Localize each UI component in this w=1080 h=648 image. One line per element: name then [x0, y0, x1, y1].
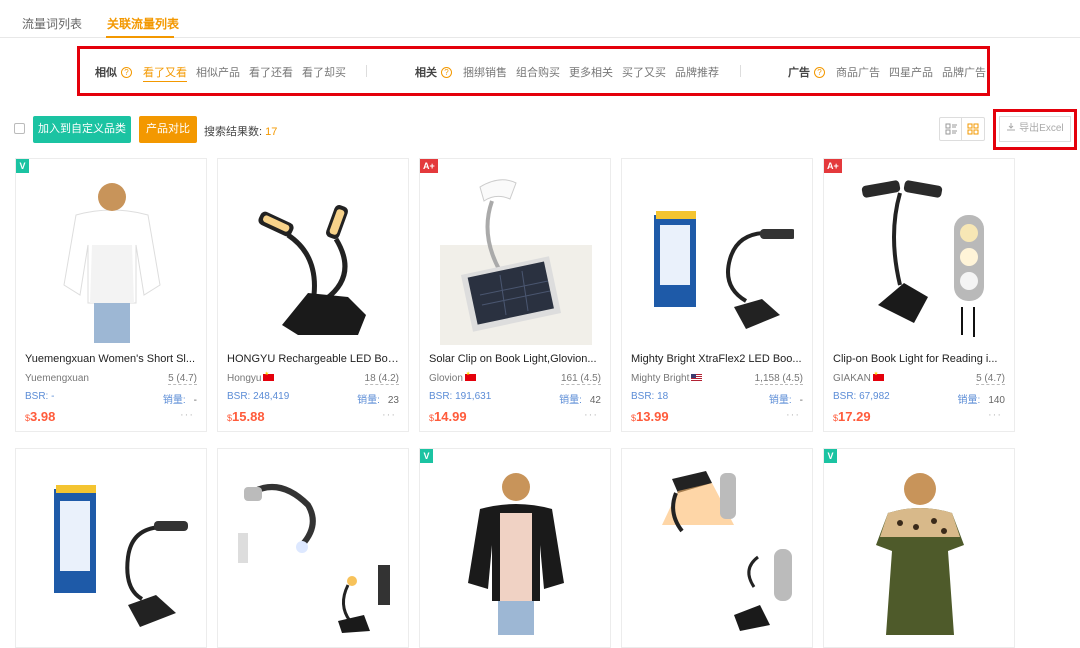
add-to-category-button[interactable]: 加入到自定义品类 [33, 116, 131, 143]
product-rating[interactable]: 18 (4.2) [364, 373, 399, 385]
product-card[interactable]: V Yuemengxuan Women's Short Sl... Yuemen… [15, 158, 207, 432]
product-image[interactable] [440, 175, 592, 345]
filter-bar: 相似? 看了又看 相似产品 看了还看 看了却买 相关? 捆绑销售 组合购买 更多… [77, 46, 990, 96]
product-image[interactable] [844, 465, 996, 635]
product-sales: 销量: - [768, 395, 803, 406]
tab-bar: 流量词列表 关联流量列表 [0, 0, 1080, 38]
product-title[interactable]: HONGYU Rechargeable LED Boo... [227, 353, 401, 365]
help-icon[interactable]: ? [121, 67, 132, 78]
help-icon[interactable]: ? [814, 67, 825, 78]
filter-option[interactable]: 捆绑销售 [463, 64, 507, 80]
list-view-icon[interactable] [940, 118, 962, 140]
badge-a-plus: A+ [824, 159, 842, 173]
product-image[interactable] [642, 175, 794, 345]
badge-a-plus: A+ [420, 159, 438, 173]
export-excel-button[interactable]: 导出Excel [999, 116, 1071, 142]
product-title[interactable]: Clip-on Book Light for Reading i... [833, 353, 1007, 365]
product-price: $3.98 [25, 409, 56, 424]
product-brand[interactable]: Yuemengxuan [25, 373, 89, 384]
product-image[interactable] [238, 465, 390, 635]
filter-option[interactable]: 看了又看 [143, 64, 187, 82]
product-rating[interactable]: 5 (4.7) [976, 373, 1005, 385]
product-card[interactable]: V [419, 448, 611, 648]
filter-group-ads: 广告? [788, 64, 825, 80]
badge-v: V [824, 449, 837, 463]
filter-option[interactable]: 买了又买 [622, 64, 666, 80]
filter-group-related: 相关? [415, 64, 452, 80]
grid-view-icon[interactable] [962, 118, 984, 140]
product-price: $14.99 [429, 409, 467, 424]
help-icon[interactable]: ? [441, 67, 452, 78]
product-card[interactable]: A+ Solar Clip on Book Light,Glovion... G… [419, 158, 611, 432]
more-options-icon[interactable]: ··· [180, 409, 194, 421]
product-sales: 销量: 42 [559, 395, 601, 406]
product-brand[interactable]: GIAKAN [833, 371, 884, 384]
view-toggle [939, 117, 985, 141]
product-image[interactable] [844, 175, 996, 345]
more-options-icon[interactable]: ··· [584, 409, 598, 421]
product-card[interactable]: Mighty Bright XtraFlex2 LED Boo... Might… [621, 158, 813, 432]
more-options-icon[interactable]: ··· [988, 409, 1002, 421]
badge-v: V [16, 159, 29, 173]
filter-option[interactable]: 组合购买 [516, 64, 560, 80]
filter-option[interactable]: 看了却买 [302, 64, 346, 80]
active-tab-indicator [106, 36, 174, 38]
product-card[interactable] [621, 448, 813, 648]
product-rating[interactable]: 5 (4.7) [168, 373, 197, 385]
product-image[interactable] [238, 175, 390, 345]
product-title[interactable]: Mighty Bright XtraFlex2 LED Boo... [631, 353, 805, 365]
product-price: $13.99 [631, 409, 669, 424]
product-sales: 销量: 23 [357, 395, 399, 406]
product-brand[interactable]: Hongyu [227, 371, 275, 384]
filter-option[interactable]: 看了还看 [249, 64, 293, 80]
export-highlight: 导出Excel [993, 109, 1077, 150]
download-icon [1007, 123, 1016, 131]
result-count: 搜索结果数: 17 [204, 126, 278, 138]
product-bsr: BSR: 67,982 [833, 391, 890, 402]
product-card[interactable] [15, 448, 207, 648]
product-card[interactable]: V [823, 448, 1015, 648]
product-price: $17.29 [833, 409, 871, 424]
product-rating[interactable]: 1,158 (4.5) [754, 373, 803, 385]
product-sales: 销量: 140 [957, 395, 1005, 406]
filter-option[interactable]: 更多相关 [569, 64, 613, 80]
product-image[interactable] [642, 465, 794, 635]
product-card[interactable] [217, 448, 409, 648]
filter-option[interactable]: 四星产品 [889, 64, 933, 80]
product-image[interactable] [36, 465, 188, 635]
usa-flag-icon [691, 374, 703, 381]
product-rating[interactable]: 161 (4.5) [560, 373, 601, 385]
product-bsr: BSR: 18 [631, 391, 669, 402]
product-image[interactable] [440, 465, 592, 635]
more-options-icon[interactable]: ··· [382, 409, 396, 421]
divider [366, 65, 367, 77]
select-all-checkbox[interactable] [14, 123, 25, 134]
product-title[interactable]: Solar Clip on Book Light,Glovion... [429, 353, 603, 365]
product-brand[interactable]: Mighty Bright [631, 373, 703, 384]
tab-traffic-keywords[interactable]: 流量词列表 [22, 15, 82, 32]
product-price: $15.88 [227, 409, 265, 424]
badge-v: V [420, 449, 433, 463]
product-bsr: BSR: - [25, 391, 55, 402]
product-bsr: BSR: 191,631 [429, 391, 492, 402]
product-card[interactable]: A+ Clip-on Book Light for Reading i... G… [823, 158, 1015, 432]
product-image[interactable] [36, 175, 188, 345]
tab-related-traffic[interactable]: 关联流量列表 [107, 15, 179, 32]
filter-option[interactable]: 品牌广告 [942, 64, 986, 80]
product-title[interactable]: Yuemengxuan Women's Short Sl... [25, 353, 199, 365]
product-brand[interactable]: Glovion [429, 371, 476, 384]
china-flag-icon [263, 371, 275, 381]
product-bsr: BSR: 248,419 [227, 391, 290, 402]
filter-option[interactable]: 品牌推荐 [675, 64, 719, 80]
product-card[interactable]: HONGYU Rechargeable LED Boo... Hongyu 18… [217, 158, 409, 432]
more-options-icon[interactable]: ··· [786, 409, 800, 421]
compare-products-button[interactable]: 产品对比 [139, 116, 197, 143]
divider [740, 65, 741, 77]
china-flag-icon [872, 371, 884, 381]
product-sales: 销量: - [162, 395, 197, 406]
filter-option[interactable]: 商品广告 [836, 64, 880, 80]
filter-option[interactable]: 相似产品 [196, 64, 240, 80]
china-flag-icon [464, 371, 476, 381]
filter-group-similar: 相似? [95, 64, 132, 80]
